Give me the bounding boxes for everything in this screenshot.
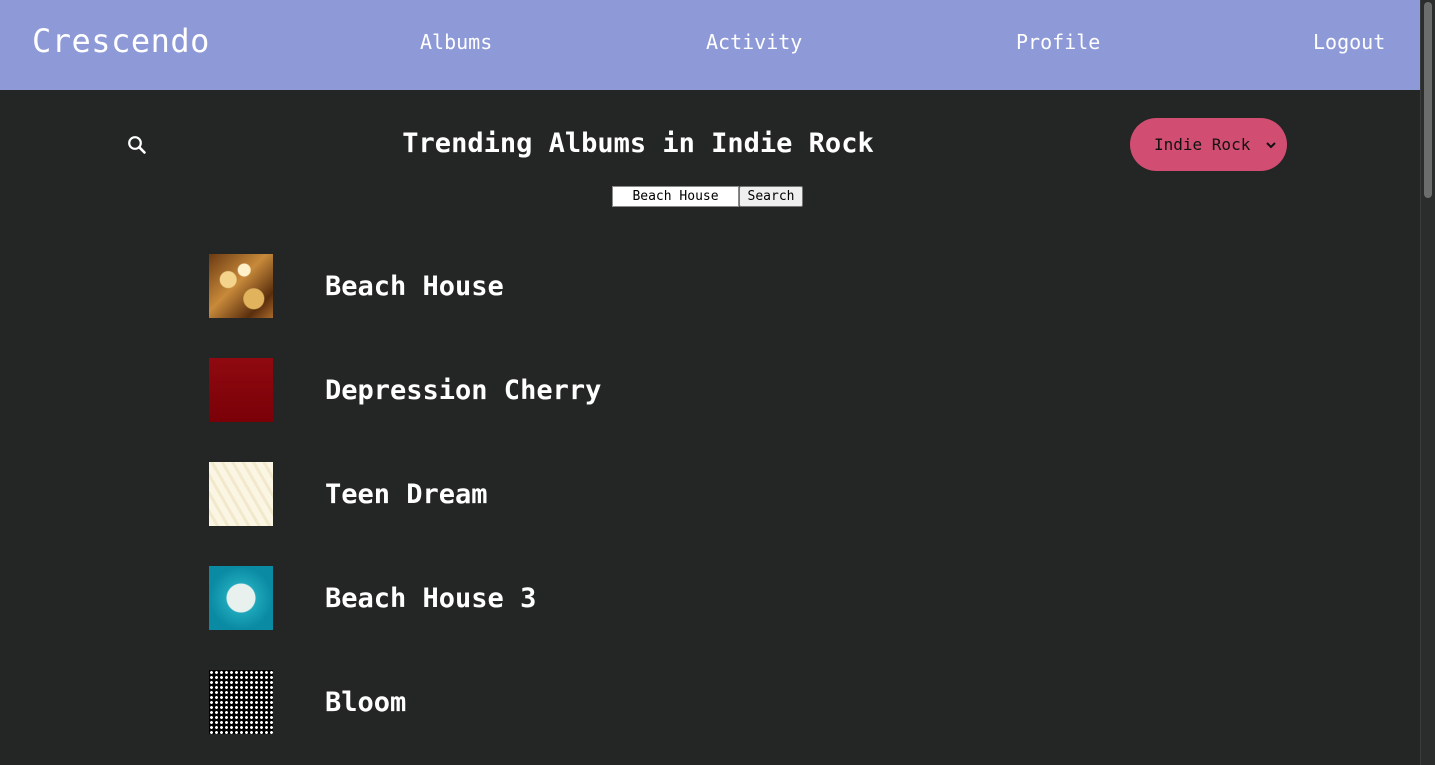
chevron-down-icon	[1265, 136, 1277, 149]
nav-link-activity[interactable]: Activity	[706, 30, 802, 54]
album-cover[interactable]	[209, 462, 273, 526]
album-item[interactable]: Bloom	[209, 670, 406, 734]
genre-select[interactable]: Indie Rock	[1130, 118, 1287, 171]
album-item[interactable]: Depression Cherry	[209, 358, 601, 422]
scrollbar-thumb[interactable]	[1424, 2, 1432, 198]
page-title: Trending Albums in Indie Rock	[402, 128, 874, 159]
brand-logo[interactable]: Crescendo	[32, 22, 210, 60]
album-item[interactable]: Beach House	[209, 254, 504, 318]
album-item[interactable]: Teen Dream	[209, 462, 488, 526]
search-input[interactable]	[612, 186, 739, 207]
album-name[interactable]: Depression Cherry	[325, 375, 601, 406]
album-cover[interactable]	[209, 254, 273, 318]
navbar: Crescendo Albums Activity Profile Logout	[0, 0, 1420, 90]
search-form: Search	[612, 186, 803, 207]
search-button[interactable]: Search	[739, 186, 803, 207]
album-name[interactable]: Beach House	[325, 271, 504, 302]
nav-link-profile[interactable]: Profile	[1016, 30, 1100, 54]
album-name[interactable]: Teen Dream	[325, 479, 488, 510]
album-cover[interactable]	[209, 358, 273, 422]
album-name[interactable]: Beach House 3	[325, 583, 536, 614]
album-item[interactable]: Beach House 3	[209, 566, 536, 630]
album-name[interactable]: Bloom	[325, 687, 406, 718]
nav-link-logout[interactable]: Logout	[1313, 30, 1385, 54]
album-cover[interactable]	[209, 670, 273, 734]
album-cover[interactable]	[209, 566, 273, 630]
genre-select-value: Indie Rock	[1154, 135, 1251, 154]
scrollbar[interactable]	[1420, 0, 1435, 765]
nav-link-albums[interactable]: Albums	[420, 30, 492, 54]
